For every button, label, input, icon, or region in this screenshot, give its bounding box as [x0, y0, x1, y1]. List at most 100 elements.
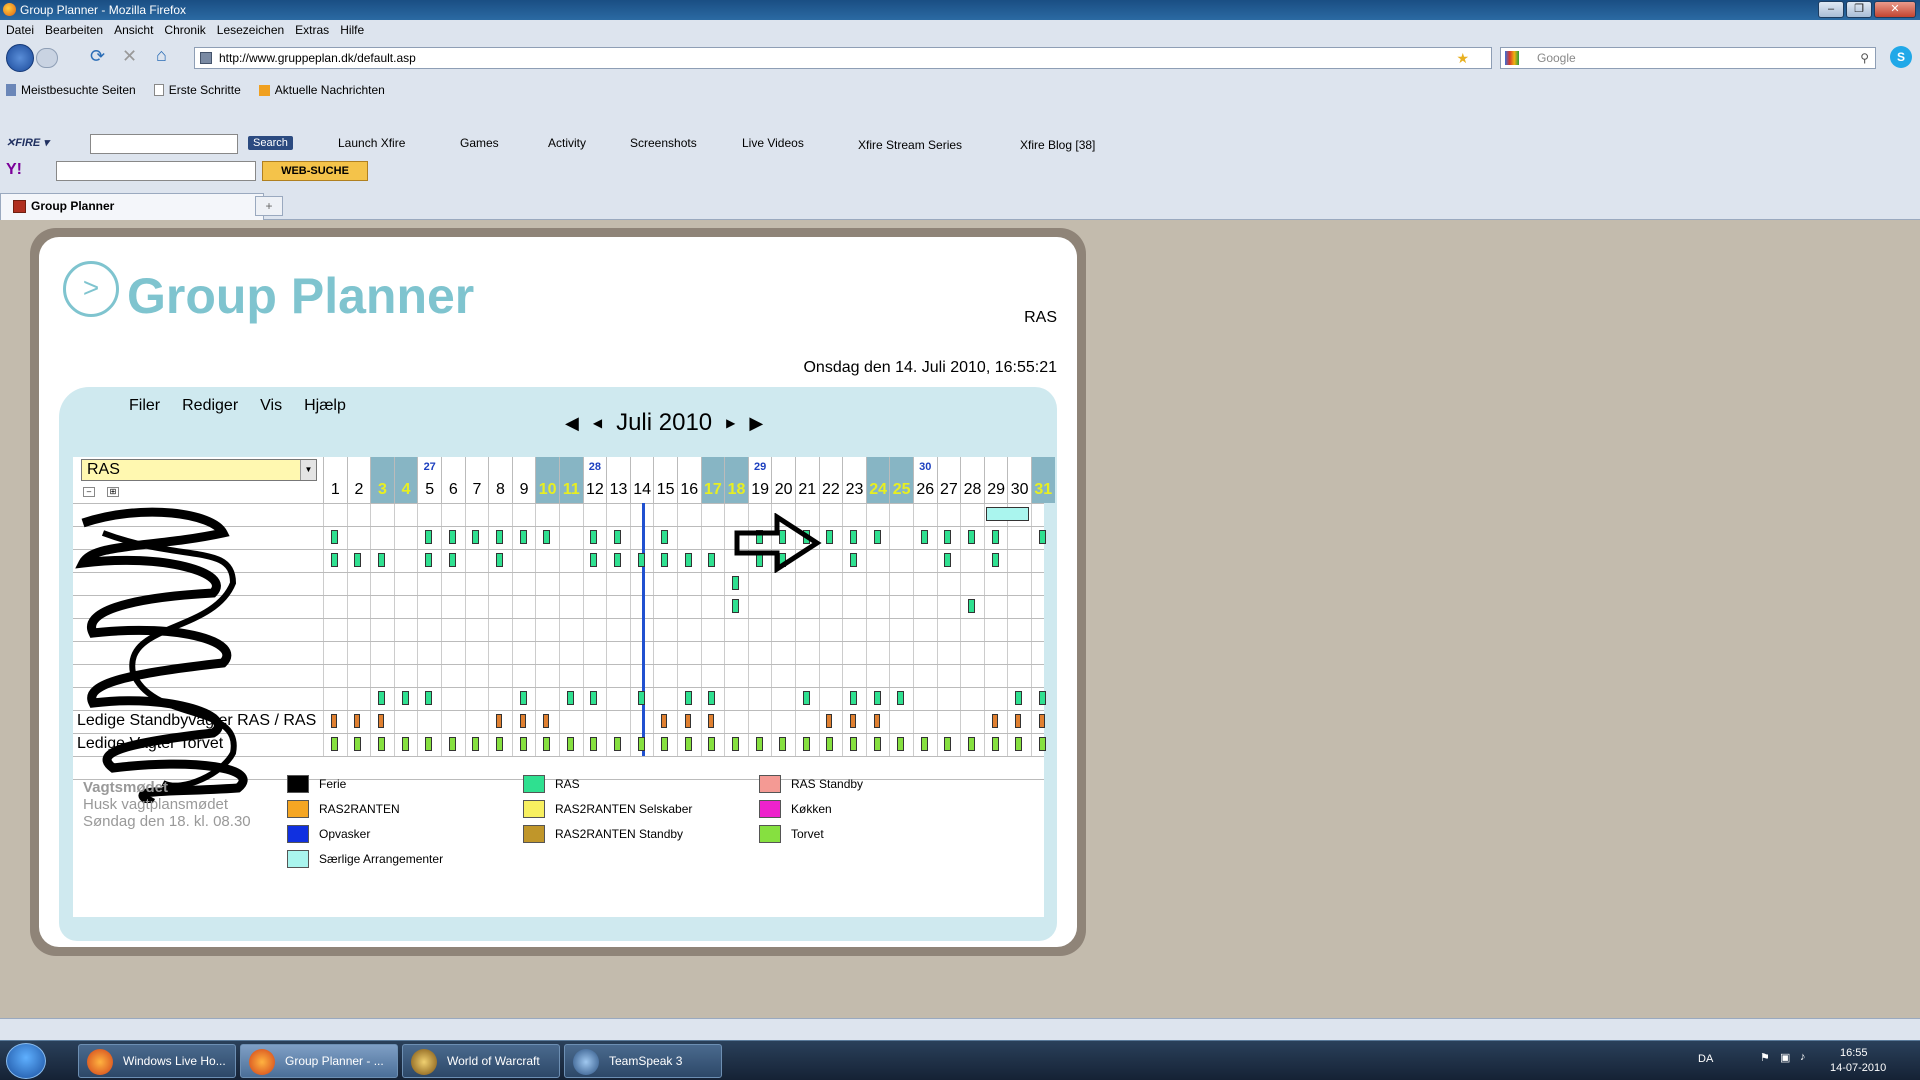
- start-button[interactable]: [6, 1043, 46, 1079]
- taskbar-item-teamspeak[interactable]: TeamSpeak 3: [564, 1044, 722, 1078]
- day-header[interactable]: 10: [535, 457, 559, 503]
- shift-block[interactable]: [425, 553, 433, 567]
- shift-block[interactable]: [850, 691, 857, 705]
- day-header[interactable]: 9: [511, 457, 536, 503]
- shift-block[interactable]: [330, 553, 338, 567]
- shift-block[interactable]: [708, 714, 715, 728]
- magnifier-icon[interactable]: ⚲: [1860, 48, 1869, 68]
- shift-block[interactable]: [920, 530, 928, 544]
- bookmark-aktuelle-nachrichten[interactable]: Aktuelle Nachrichten: [258, 83, 385, 97]
- shift-block[interactable]: [897, 737, 905, 751]
- shift-block[interactable]: [991, 553, 999, 567]
- search-bar[interactable]: Google ⚲: [1500, 47, 1876, 69]
- shift-block[interactable]: [1038, 530, 1046, 544]
- xfire-search-button[interactable]: Search: [248, 136, 293, 150]
- shift-block[interactable]: [590, 553, 598, 567]
- day-header[interactable]: 7: [464, 457, 489, 503]
- shift-block[interactable]: [968, 530, 975, 544]
- taskbar-item-group-planner[interactable]: Group Planner - ...: [240, 1044, 398, 1078]
- shift-block[interactable]: [991, 530, 999, 544]
- menu-hilfe[interactable]: Hilfe: [340, 23, 364, 37]
- shift-block[interactable]: [614, 553, 621, 567]
- day-header[interactable]: 15: [653, 457, 677, 503]
- shift-block[interactable]: [708, 691, 716, 705]
- shift-block[interactable]: [991, 737, 999, 751]
- menu-lesezeichen[interactable]: Lesezeichen: [217, 23, 284, 37]
- shift-block[interactable]: [354, 553, 362, 567]
- menu-chronik[interactable]: Chronik: [164, 23, 205, 37]
- shift-block[interactable]: [590, 530, 598, 544]
- shift-block[interactable]: [614, 530, 621, 544]
- day-header[interactable]: 1: [323, 457, 347, 503]
- collapse-icon[interactable]: –: [83, 487, 95, 497]
- shift-block[interactable]: [566, 691, 574, 705]
- yahoo-search-input[interactable]: [56, 161, 256, 181]
- shift-block[interactable]: [968, 737, 975, 751]
- day-header[interactable]: 24: [865, 457, 890, 503]
- shift-block[interactable]: [826, 714, 833, 728]
- shift-block[interactable]: [354, 714, 361, 728]
- xfire-stream-series[interactable]: Xfire Stream Series: [858, 138, 962, 152]
- day-header[interactable]: 22: [818, 457, 843, 503]
- shift-block[interactable]: [496, 553, 503, 567]
- shift-block[interactable]: [850, 737, 857, 751]
- bookmark-meistbesuchte[interactable]: Meistbesuchte Seiten: [6, 83, 136, 97]
- shift-block[interactable]: [330, 737, 338, 751]
- taskbar-item-wow[interactable]: World of Warcraft: [402, 1044, 560, 1078]
- shift-block[interactable]: [401, 691, 409, 705]
- bookmark-erste-schritte[interactable]: Erste Schritte: [153, 83, 241, 97]
- shift-block[interactable]: [732, 737, 739, 751]
- url-bar[interactable]: http://www.gruppeplan.dk/default.asp ★: [194, 47, 1492, 69]
- shift-block[interactable]: [543, 737, 551, 751]
- shift-block[interactable]: [850, 530, 857, 544]
- shift-block[interactable]: [873, 530, 881, 544]
- day-header[interactable]: 4: [393, 457, 418, 503]
- shift-block[interactable]: [661, 553, 669, 567]
- day-header[interactable]: 6: [441, 457, 465, 503]
- shift-block[interactable]: [850, 714, 856, 728]
- shift-block[interactable]: [1038, 691, 1046, 705]
- shift-block[interactable]: [732, 576, 739, 590]
- network-icon[interactable]: ▣: [1780, 1051, 1790, 1064]
- shift-block[interactable]: [684, 691, 692, 705]
- shift-block[interactable]: [1038, 714, 1045, 728]
- shift-block[interactable]: [425, 737, 433, 751]
- shift-block[interactable]: [378, 737, 385, 751]
- clock-date[interactable]: 14-07-2010: [1830, 1062, 1886, 1074]
- day-header[interactable]: 20: [771, 457, 795, 503]
- shift-block[interactable]: [802, 691, 810, 705]
- shift-block[interactable]: [496, 530, 503, 544]
- day-header[interactable]: 25: [889, 457, 913, 503]
- shift-block[interactable]: [661, 737, 669, 751]
- shift-block[interactable]: [378, 553, 385, 567]
- shift-block[interactable]: [991, 714, 998, 728]
- shift-block[interactable]: [590, 691, 598, 705]
- day-header[interactable]: 11: [559, 457, 583, 503]
- shift-block[interactable]: [614, 737, 621, 751]
- prev-year-icon[interactable]: ◀: [565, 413, 579, 434]
- maximize-button[interactable]: ❐: [1846, 1, 1872, 18]
- shift-block[interactable]: [661, 530, 669, 544]
- day-header[interactable]: 29 19: [747, 457, 772, 503]
- taskbar-item-windows-live[interactable]: Windows Live Ho...: [78, 1044, 236, 1078]
- shift-block[interactable]: [708, 553, 716, 567]
- shift-block[interactable]: [708, 737, 716, 751]
- day-header[interactable]: 18: [724, 457, 748, 503]
- shift-block[interactable]: [425, 530, 433, 544]
- day-header[interactable]: 13: [606, 457, 630, 503]
- close-button[interactable]: ✕: [1874, 1, 1916, 18]
- back-button[interactable]: [6, 44, 34, 72]
- day-header[interactable]: 8: [488, 457, 512, 503]
- group-select[interactable]: RAS ▼: [81, 459, 317, 481]
- shift-block[interactable]: [472, 737, 480, 751]
- shift-block[interactable]: [850, 553, 857, 567]
- shift-block[interactable]: [496, 714, 502, 728]
- shift-block[interactable]: [543, 530, 551, 544]
- shift-block[interactable]: [802, 737, 810, 751]
- tab-group-planner[interactable]: Group Planner: [0, 193, 264, 220]
- shift-block[interactable]: [968, 599, 975, 613]
- day-header[interactable]: 30: [1007, 457, 1031, 503]
- shift-block[interactable]: [448, 737, 456, 751]
- shift-block[interactable]: [1015, 737, 1023, 751]
- shift-block[interactable]: [519, 530, 527, 544]
